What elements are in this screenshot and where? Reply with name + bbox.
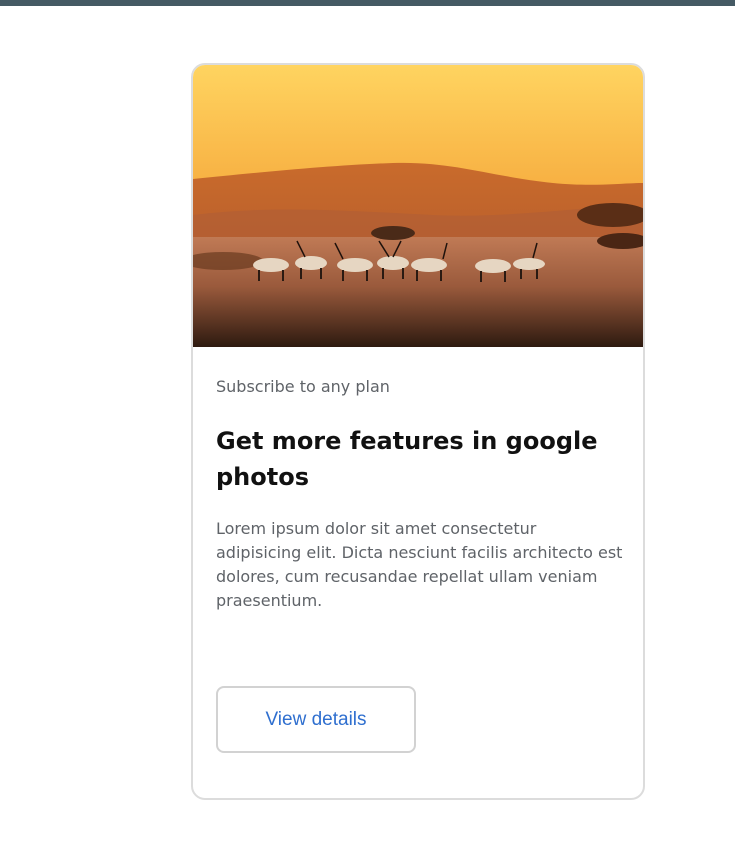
plan-eyebrow-text: Subscribe to any plan	[216, 377, 390, 396]
card-title: Get more features in google photos	[216, 427, 598, 491]
card-description: Lorem ipsum dolor sit amet consectetur a…	[216, 519, 623, 610]
top-bar	[0, 0, 735, 6]
view-details-button[interactable]: View details	[216, 686, 416, 753]
promo-card: Subscribe to any plan Get more features …	[191, 63, 645, 800]
hero-image-desert-oryx	[193, 65, 643, 347]
